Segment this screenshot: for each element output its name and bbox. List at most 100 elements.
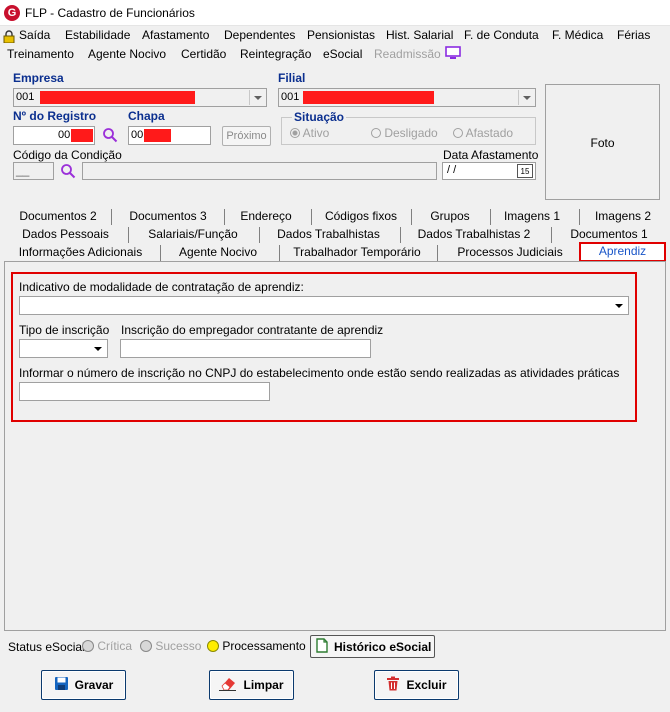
tab-aprendiz[interactable]: Aprendiz bbox=[579, 242, 666, 262]
situacao-afastado[interactable]: Afastado bbox=[453, 126, 513, 140]
tab-separator bbox=[259, 227, 260, 243]
tab-separator bbox=[411, 209, 412, 225]
app-logo-icon: G bbox=[4, 5, 20, 21]
chapa-value: 00 bbox=[131, 129, 144, 141]
floppy-disk-icon bbox=[54, 676, 69, 694]
menu-agente-nocivo[interactable]: Agente Nocivo bbox=[88, 47, 166, 61]
registro-label: Nº do Registro bbox=[13, 109, 97, 123]
trash-icon bbox=[386, 676, 400, 694]
modalidade-label: Indicativo de modalidade de contratação … bbox=[19, 280, 304, 294]
empresa-label: Empresa bbox=[13, 71, 64, 85]
menu-ferias[interactable]: Férias bbox=[617, 28, 650, 42]
foto-label: Foto bbox=[590, 136, 615, 150]
tipo-inscricao-select[interactable] bbox=[19, 339, 108, 358]
tab-separator bbox=[579, 209, 580, 225]
tab-grupos[interactable]: Grupos bbox=[413, 208, 487, 226]
menu-readmissao: Readmissão bbox=[374, 47, 441, 61]
menu-dependentes[interactable]: Dependentes bbox=[224, 28, 295, 42]
tab-informacoes-adicionais[interactable]: Informações Adicionais bbox=[8, 244, 153, 262]
tab-documentos-2[interactable]: Documentos 2 bbox=[8, 208, 108, 226]
menu-bar: Saída Estabilidade Afastamento Dependent… bbox=[0, 26, 670, 66]
chapa-label: Chapa bbox=[128, 109, 165, 123]
photo-frame[interactable]: Foto bbox=[545, 84, 660, 200]
tab-documentos-3[interactable]: Documentos 3 bbox=[118, 208, 218, 226]
tab-dados-trabalhistas[interactable]: Dados Trabalhistas bbox=[262, 226, 395, 244]
chapa-redacted bbox=[144, 129, 171, 142]
excluir-button[interactable]: Excluir bbox=[374, 670, 459, 700]
tab-separator bbox=[437, 245, 438, 261]
menu-treinamento[interactable]: Treinamento bbox=[7, 47, 74, 61]
limpar-button[interactable]: Limpar bbox=[209, 670, 294, 700]
codigo-condicao-input[interactable]: __ bbox=[13, 162, 54, 180]
search-icon[interactable] bbox=[102, 127, 118, 143]
filial-code: 001 bbox=[281, 91, 300, 103]
inscricao-empregador-label: Inscrição do empregador contratante de a… bbox=[121, 323, 384, 337]
menu-pensionistas[interactable]: Pensionistas bbox=[307, 28, 375, 42]
tab-imagens-2[interactable]: Imagens 2 bbox=[582, 208, 664, 226]
situacao-group: Situação Ativo Desligado Afastado bbox=[281, 110, 536, 145]
status-led-icon bbox=[82, 640, 94, 652]
menu-certidao[interactable]: Certidão bbox=[181, 47, 226, 61]
chevron-down-icon[interactable] bbox=[249, 90, 265, 105]
chapa-input[interactable]: 00 bbox=[128, 126, 211, 145]
tab-dados-trabalhistas-2[interactable]: Dados Trabalhistas 2 bbox=[404, 226, 544, 244]
status-critica: Crítica bbox=[82, 639, 132, 653]
calendar-icon[interactable]: 15 bbox=[517, 164, 533, 178]
menu-reintegracao[interactable]: Reintegração bbox=[240, 47, 311, 61]
gravar-button[interactable]: Gravar bbox=[41, 670, 126, 700]
proximo-button[interactable]: Próximo bbox=[222, 126, 271, 146]
chevron-down-icon[interactable] bbox=[90, 341, 106, 356]
historico-esocial-button[interactable]: Histórico eSocial bbox=[310, 635, 435, 658]
tab-trabalhador-temporario[interactable]: Trabalhador Temporário bbox=[282, 244, 432, 262]
codigo-condicao-label: Código da Condição bbox=[13, 148, 122, 162]
radio-icon bbox=[453, 128, 463, 138]
codigo-condicao-description bbox=[82, 162, 437, 180]
tab-separator bbox=[490, 209, 491, 225]
filial-select[interactable]: 001 bbox=[278, 88, 536, 107]
cnpj-input[interactable] bbox=[19, 382, 270, 401]
registro-input[interactable]: 00 bbox=[13, 126, 95, 145]
menu-esocial[interactable]: eSocial bbox=[323, 47, 362, 61]
tab-separator bbox=[224, 209, 225, 225]
tab-salariais-funcao[interactable]: Salariais/Função bbox=[131, 226, 255, 244]
tipo-inscricao-label: Tipo de inscrição bbox=[19, 323, 110, 337]
tab-dados-pessoais[interactable]: Dados Pessoais bbox=[8, 226, 123, 244]
tab-separator bbox=[400, 227, 401, 243]
historico-esocial-label: Histórico eSocial bbox=[334, 639, 432, 654]
tab-codigos-fixos[interactable]: Códigos fixos bbox=[315, 208, 407, 226]
menu-estabilidade[interactable]: Estabilidade bbox=[65, 28, 130, 42]
data-afastamento-input[interactable]: / / 15 bbox=[442, 162, 536, 180]
registro-value: 00 bbox=[58, 129, 71, 141]
radio-icon bbox=[371, 128, 381, 138]
menu-hist-salarial[interactable]: Hist. Salarial bbox=[386, 28, 453, 42]
registro-redacted bbox=[71, 129, 93, 142]
status-sucesso: Sucesso bbox=[140, 639, 201, 653]
tab-endereco[interactable]: Endereço bbox=[226, 208, 306, 226]
window-title: FLP - Cadastro de Funcionários bbox=[25, 6, 195, 20]
menu-saida[interactable]: Saída bbox=[19, 28, 50, 42]
limpar-label: Limpar bbox=[243, 678, 284, 692]
cnpj-label: Informar o número de inscrição no CNPJ d… bbox=[19, 366, 620, 380]
situacao-desligado[interactable]: Desligado bbox=[371, 126, 438, 140]
situacao-label: Situação bbox=[292, 110, 347, 124]
inscricao-empregador-input[interactable] bbox=[120, 339, 371, 358]
tab-separator bbox=[111, 209, 112, 225]
menu-f-medica[interactable]: F. Médica bbox=[552, 28, 603, 42]
chevron-down-icon[interactable] bbox=[611, 298, 627, 313]
excluir-label: Excluir bbox=[406, 678, 447, 692]
chevron-down-icon[interactable] bbox=[518, 90, 534, 105]
situacao-ativo[interactable]: Ativo bbox=[290, 126, 329, 140]
tab-agente-nocivo[interactable]: Agente Nocivo bbox=[163, 244, 273, 262]
empresa-select[interactable]: 001 bbox=[13, 88, 267, 107]
search-icon[interactable] bbox=[60, 163, 76, 179]
modalidade-select[interactable] bbox=[19, 296, 629, 315]
data-afastamento-label: Data Afastamento bbox=[443, 148, 539, 162]
menu-f-conduta[interactable]: F. de Conduta bbox=[464, 28, 539, 42]
menu-afastamento[interactable]: Afastamento bbox=[142, 28, 209, 42]
filial-redacted bbox=[303, 91, 434, 104]
monitor-icon[interactable] bbox=[445, 46, 461, 60]
tab-processos-judiciais[interactable]: Processos Judiciais bbox=[440, 244, 580, 262]
codigo-condicao-value: __ bbox=[16, 163, 30, 177]
tab-imagens-1[interactable]: Imagens 1 bbox=[492, 208, 572, 226]
status-led-icon bbox=[140, 640, 152, 652]
